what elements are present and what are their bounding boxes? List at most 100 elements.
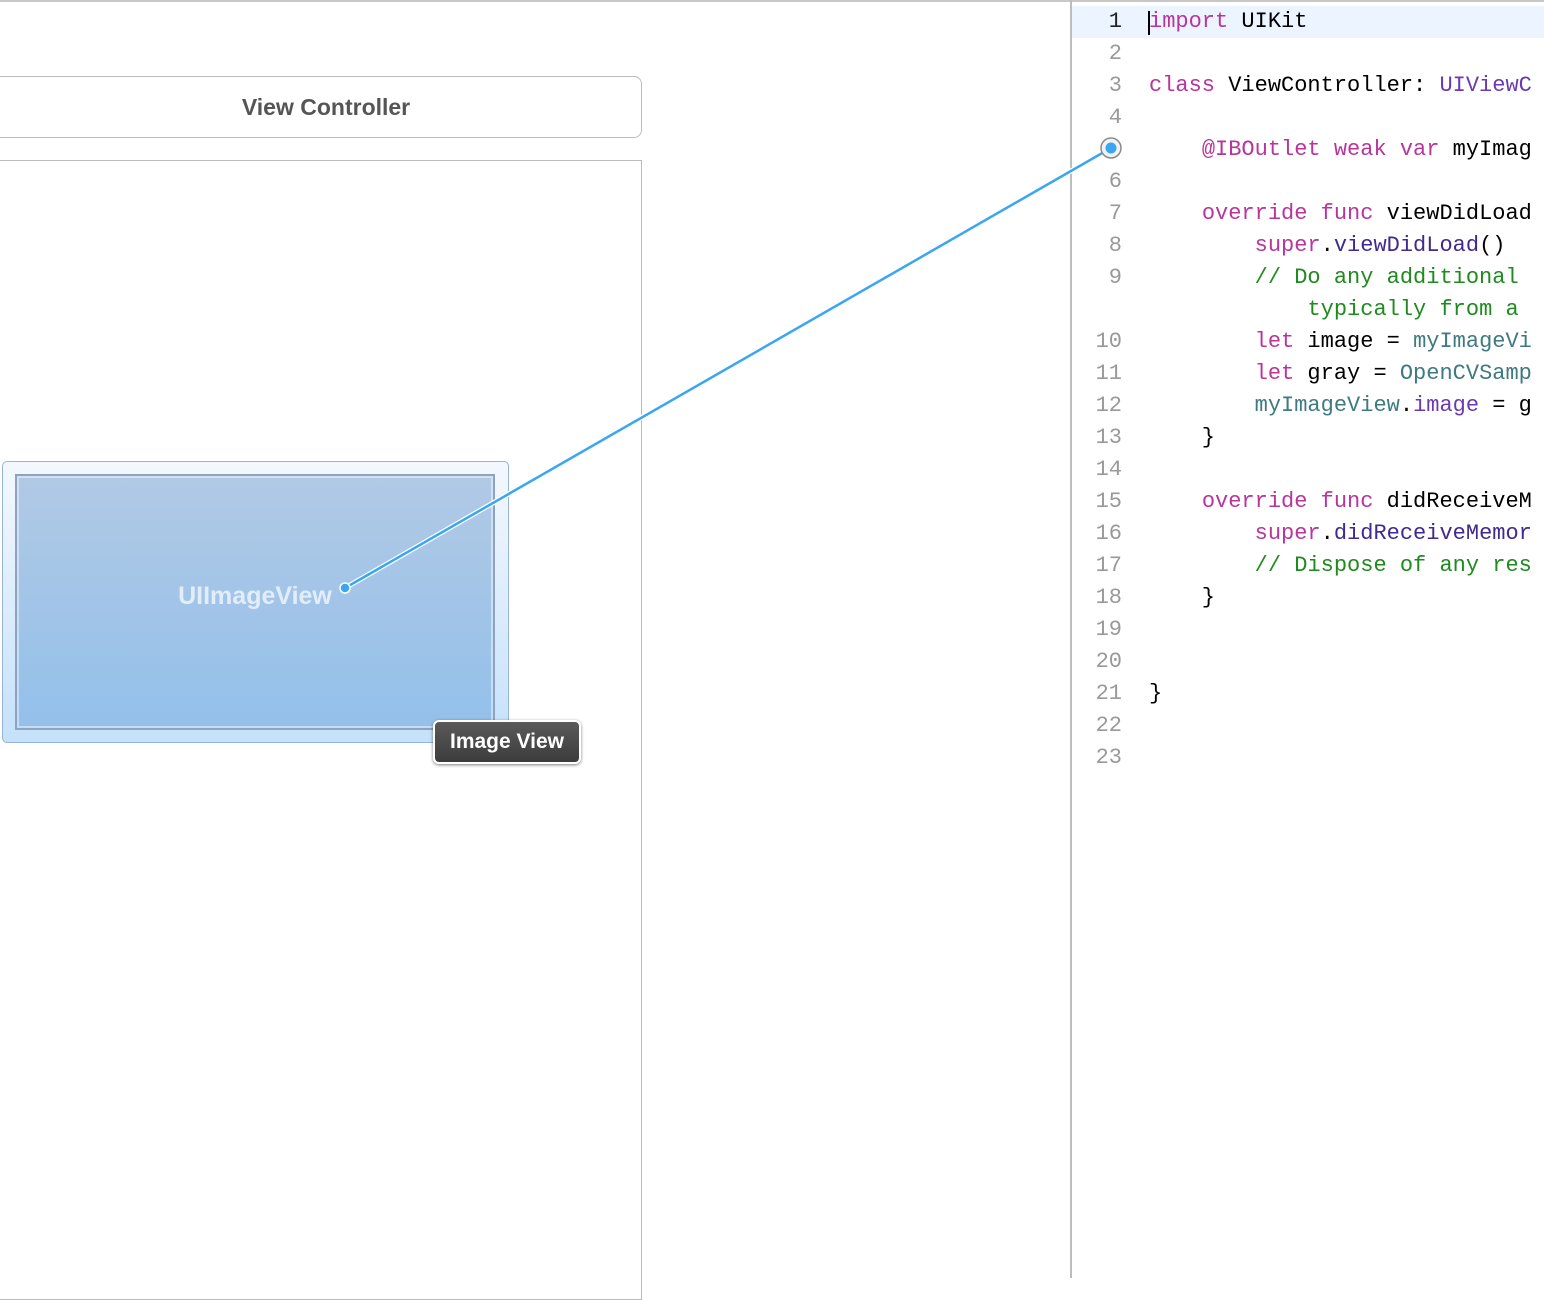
code-token: myImag [1439,137,1532,162]
code-token: } [1149,585,1216,610]
code-line[interactable]: 17 // Dispose of any res [1072,550,1544,582]
image-view-label: UIImageView [178,582,332,610]
code-token: image [1413,393,1480,418]
code-token: () [1479,233,1506,258]
code-token: UIViewC [1439,73,1532,98]
code-token: gray = [1294,361,1400,386]
code-text: typically from a [1149,294,1519,326]
line-number: 6 [1108,169,1122,194]
code-text: import UIKit [1149,6,1307,38]
storyboard-canvas[interactable]: View Controller UIImageView Image View [0,0,1071,1300]
code-line[interactable]: 19 [1072,614,1544,646]
code-token: super [1254,233,1321,258]
code-token: typically from a [1307,297,1519,322]
code-token: import [1149,9,1229,34]
code-text: super.didReceiveMemor [1149,518,1532,550]
code-text: } [1149,582,1215,614]
code-line[interactable]: 13 } [1072,422,1544,454]
code-text: super.viewDidLoad() [1149,230,1506,262]
code-line[interactable]: typically from a [1072,294,1544,326]
code-text: let gray = OpenCVSamp [1149,358,1532,390]
line-number: 12 [1095,393,1122,418]
code-token: = g [1479,393,1532,418]
code-line[interactable]: 21} [1072,678,1544,710]
line-number: 21 [1095,681,1122,706]
code-text: class ViewController: UIViewC [1149,70,1532,102]
code-line[interactable]: 1 import UIKit [1072,6,1544,38]
code-token: override func [1201,201,1374,226]
code-token: didReceiveMemor [1333,521,1532,546]
code-line[interactable]: 20 [1072,646,1544,678]
code-line[interactable]: 4 [1072,102,1544,134]
code-line[interactable]: 3 class ViewController: UIViewC [1072,70,1544,102]
code-token: UIKit [1228,9,1308,34]
code-token: // Dispose of any res [1254,553,1532,578]
code-line[interactable]: 14 [1072,454,1544,486]
code-text: // Do any additional [1149,262,1519,294]
code-text: let image = myImageVi [1149,326,1532,358]
code-token: OpenCVSamp [1399,361,1532,386]
code-text: override func didReceiveM [1149,486,1532,518]
line-number: 20 [1095,649,1122,674]
tooltip-text: Image View [449,730,564,753]
line-number: 22 [1095,713,1122,738]
code-line[interactable]: 23 [1072,742,1544,774]
line-number: 11 [1095,361,1122,386]
code-line[interactable]: 10 let image = myImageVi [1072,326,1544,358]
code-line[interactable]: 9 // Do any additional [1072,262,1544,294]
code-token: viewDidLoad [1333,233,1480,258]
code-token: // Do any additional [1254,265,1519,290]
line-number: 14 [1095,457,1122,482]
line-number: 19 [1095,617,1122,642]
code-token: . [1399,393,1414,418]
line-number: 16 [1095,521,1122,546]
code-line[interactable]: 12 myImageView.image = g [1072,390,1544,422]
code-line[interactable]: 2 [1072,38,1544,70]
code-token: myImageView [1254,393,1400,418]
code-token: viewDidLoad [1373,201,1532,226]
image-view-tooltip: Image View [433,720,581,764]
code-text: } [1149,422,1215,454]
line-number: 17 [1095,553,1122,578]
code-token: ViewController: [1215,73,1440,98]
code-line[interactable]: 6 [1072,166,1544,198]
line-number: 10 [1095,329,1122,354]
code-line[interactable]: 22 [1072,710,1544,742]
code-token: @IBOutlet weak var [1201,137,1440,162]
line-number: 4 [1108,105,1122,130]
code-token: } [1149,681,1163,706]
code-text: } [1149,678,1162,710]
view-controller-scene-title[interactable]: View Controller [0,76,642,138]
code-line[interactable]: 11 let gray = OpenCVSamp [1072,358,1544,390]
code-token: myImageVi [1413,329,1532,354]
line-number: 8 [1108,233,1122,258]
code-editor[interactable]: 1 import UIKit 2 3 class ViewController: UIV… [1072,0,1544,1278]
code-line[interactable]: 15 override func didReceiveM [1072,486,1544,518]
code-token: image = [1294,329,1414,354]
line-number: 15 [1095,489,1122,514]
line-number: 1 [1108,9,1122,34]
code-token: override func [1201,489,1374,514]
code-line[interactable]: @IBOutlet weak var myImag [1072,134,1544,166]
code-line[interactable]: 16 super.didReceiveMemor [1072,518,1544,550]
code-token: super [1254,521,1321,546]
code-line[interactable]: 7 override func viewDidLoad [1072,198,1544,230]
code-token: } [1149,425,1216,450]
code-line[interactable]: 18 } [1072,582,1544,614]
code-text: // Dispose of any res [1149,550,1532,582]
code-token: didReceiveM [1373,489,1532,514]
code-token: . [1320,521,1334,546]
text-cursor [1148,11,1150,35]
code-text: override func viewDidLoad [1149,198,1532,230]
view-controller-title: View Controller [241,93,411,120]
code-line[interactable]: 8 super.viewDidLoad() [1072,230,1544,262]
